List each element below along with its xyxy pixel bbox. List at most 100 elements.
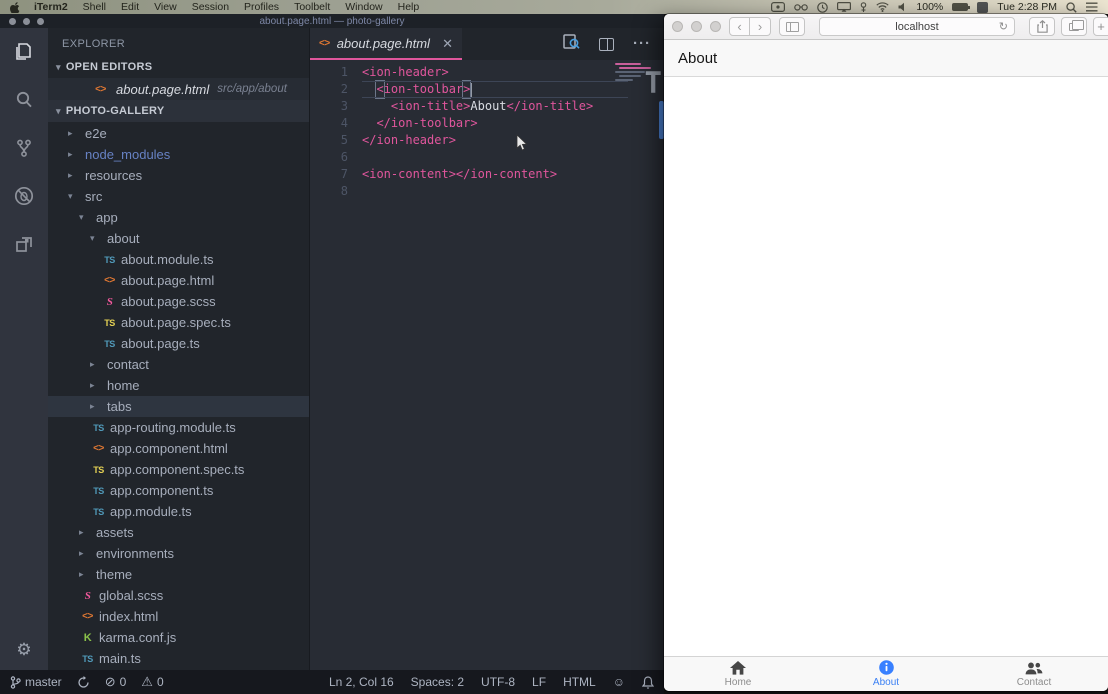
menu-toolbelt[interactable]: Toolbelt xyxy=(294,1,330,13)
reload-icon[interactable]: ↻ xyxy=(999,20,1008,33)
share-button[interactable] xyxy=(1029,17,1055,36)
vscode-title-bar[interactable]: about.page.html — photo-gallery xyxy=(0,14,664,28)
tree-item-about.page.html[interactable]: <>about.page.html xyxy=(48,270,309,291)
code-editor[interactable]: 1<ion-header>2 <ion-toolbar>3 <ion-title… xyxy=(310,60,664,670)
menu-iterm2[interactable]: iTerm2 xyxy=(34,1,68,13)
tab-overview-button[interactable] xyxy=(1061,17,1087,36)
forward-button[interactable]: › xyxy=(750,17,771,36)
new-tab-button[interactable]: + xyxy=(1093,17,1108,36)
tree-item-karma.conf.js[interactable]: Kkarma.conf.js xyxy=(48,627,309,648)
tree-item-about[interactable]: ▾about xyxy=(48,228,309,249)
tree-item-node_modules[interactable]: ▸node_modules xyxy=(48,144,309,165)
zoom-window-button[interactable] xyxy=(710,21,721,32)
tree-item-about.page.ts[interactable]: TSabout.page.ts xyxy=(48,333,309,354)
sync-indicator[interactable] xyxy=(77,676,90,689)
explorer-sidebar: EXPLORER ▾ OPEN EDITORS <> about.page.ht… xyxy=(48,28,310,670)
input-flag-icon[interactable] xyxy=(977,2,988,13)
debug-icon[interactable] xyxy=(0,172,48,220)
settings-gear-icon[interactable]: ⚙ xyxy=(0,640,48,660)
tab-about-page-html[interactable]: <> about.page.html ✕ xyxy=(310,28,462,60)
tree-item-environments[interactable]: ▸environments xyxy=(48,543,309,564)
tree-item-main.ts[interactable]: TSmain.ts xyxy=(48,648,309,669)
tree-item-home[interactable]: ▸home xyxy=(48,375,309,396)
menu-view[interactable]: View xyxy=(154,1,177,13)
more-actions-icon[interactable]: ··· xyxy=(633,39,651,49)
feedback-smiley-icon[interactable]: ☺ xyxy=(613,675,625,689)
tree-item-app.component.spec.ts[interactable]: TSapp.component.spec.ts xyxy=(48,459,309,480)
spotlight-icon[interactable] xyxy=(1066,2,1077,13)
wifi-icon[interactable] xyxy=(876,2,889,12)
apple-menu-icon[interactable] xyxy=(10,1,20,13)
ionic-tab-contact[interactable]: Contact xyxy=(960,657,1108,691)
battery-icon[interactable] xyxy=(952,3,968,11)
tree-item-about.page.spec.ts[interactable]: TSabout.page.spec.ts xyxy=(48,312,309,333)
tree-item-app.component.html[interactable]: <>app.component.html xyxy=(48,438,309,459)
tree-item-app[interactable]: ▾app xyxy=(48,207,309,228)
tree-item-index.html[interactable]: <>index.html xyxy=(48,606,309,627)
sidebar-toggle-button[interactable] xyxy=(779,17,805,36)
tree-item-tabs[interactable]: ▸tabs xyxy=(48,396,309,417)
notification-center-icon[interactable] xyxy=(1086,2,1098,12)
explorer-icon[interactable] xyxy=(0,28,48,76)
tree-item-assets[interactable]: ▸assets xyxy=(48,522,309,543)
back-button[interactable]: ‹ xyxy=(729,17,750,36)
extensions-icon[interactable] xyxy=(0,220,48,268)
ionic-tab-home[interactable]: Home xyxy=(664,657,812,691)
safari-window: ‹ › localhost ↻ + About HomeAboutContact xyxy=(664,14,1108,691)
split-editor-icon[interactable] xyxy=(599,38,614,51)
airplay-icon[interactable] xyxy=(837,2,851,12)
language-mode-indicator[interactable]: HTML xyxy=(563,675,596,689)
menu-help[interactable]: Help xyxy=(398,1,420,13)
volume-icon[interactable] xyxy=(898,2,907,12)
ionic-tab-about[interactable]: About xyxy=(812,657,960,691)
tree-item-label: karma.conf.js xyxy=(99,630,176,645)
tree-item-app.component.ts[interactable]: TSapp.component.ts xyxy=(48,480,309,501)
menu-bar-clock[interactable]: Tue 2:28 PM xyxy=(997,1,1057,13)
tree-item-app.module.ts[interactable]: TSapp.module.ts xyxy=(48,501,309,522)
open-editor-item[interactable]: <> about.page.html src/app/about xyxy=(48,78,309,100)
clock-icon[interactable] xyxy=(817,2,828,13)
open-preview-icon[interactable] xyxy=(563,34,580,55)
menu-window[interactable]: Window xyxy=(345,1,382,13)
menu-shell[interactable]: Shell xyxy=(83,1,106,13)
close-window-button[interactable] xyxy=(672,21,683,32)
git-branch-indicator[interactable]: master xyxy=(10,675,62,689)
notifications-bell-icon[interactable] xyxy=(642,676,654,689)
screen-record-icon[interactable] xyxy=(771,2,785,12)
tree-item-global.scss[interactable]: Sglobal.scss xyxy=(48,585,309,606)
line-number: 7 xyxy=(310,166,348,183)
menu-edit[interactable]: Edit xyxy=(121,1,139,13)
tree-item-resources[interactable]: ▸resources xyxy=(48,165,309,186)
menu-session[interactable]: Session xyxy=(192,1,229,13)
minimize-window-button[interactable] xyxy=(691,21,702,32)
menu-profiles[interactable]: Profiles xyxy=(244,1,279,13)
glasses-icon[interactable] xyxy=(794,3,808,11)
tree-item-app-routing.module.ts[interactable]: TSapp-routing.module.ts xyxy=(48,417,309,438)
open-editors-section[interactable]: ▾ OPEN EDITORS xyxy=(48,56,309,78)
tree-item-about.module.ts[interactable]: TSabout.module.ts xyxy=(48,249,309,270)
source-control-icon[interactable] xyxy=(0,124,48,172)
eol-indicator[interactable]: LF xyxy=(532,675,546,689)
close-window-button[interactable] xyxy=(9,18,16,25)
address-bar[interactable]: localhost ↻ xyxy=(819,17,1015,36)
info-icon xyxy=(879,660,894,675)
zoom-window-button[interactable] xyxy=(37,18,44,25)
tree-item-theme[interactable]: ▸theme xyxy=(48,564,309,585)
close-tab-icon[interactable]: ✕ xyxy=(442,37,453,50)
tree-item-about.page.scss[interactable]: Sabout.page.scss xyxy=(48,291,309,312)
line-number: 2 xyxy=(310,81,348,98)
dongle-icon[interactable] xyxy=(860,2,867,13)
tree-item-src[interactable]: ▾src xyxy=(48,186,309,207)
warnings-indicator[interactable]: ⚠ 0 xyxy=(141,674,163,690)
chevron-down-icon: ▾ xyxy=(68,191,82,202)
minimize-window-button[interactable] xyxy=(23,18,30,25)
errors-indicator[interactable]: ⊘ 0 xyxy=(105,674,127,690)
battery-percent: 100% xyxy=(916,1,943,13)
tree-item-e2e[interactable]: ▸e2e xyxy=(48,123,309,144)
cursor-position-indicator[interactable]: Ln 2, Col 16 xyxy=(329,675,394,689)
encoding-indicator[interactable]: UTF-8 xyxy=(481,675,515,689)
project-section[interactable]: ▾ PHOTO-GALLERY xyxy=(48,100,309,122)
indentation-indicator[interactable]: Spaces: 2 xyxy=(411,675,464,689)
search-icon[interactable] xyxy=(0,76,48,124)
tree-item-contact[interactable]: ▸contact xyxy=(48,354,309,375)
